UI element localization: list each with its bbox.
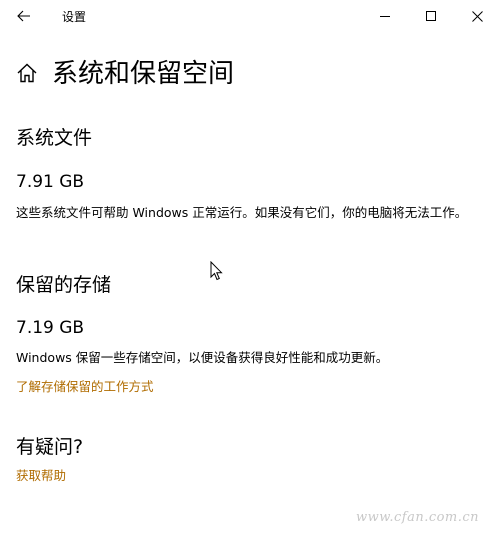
maximize-icon (426, 11, 436, 21)
watermark: www.cfan.com.cn (356, 510, 480, 525)
arrow-left-icon (17, 10, 30, 22)
settings-window: 设置 系统和保留空间 系统文件 7.91 GB 这些系统文件可帮助 Window… (0, 0, 500, 537)
learn-reserved-storage-link[interactable]: 了解存储保留的工作方式 (16, 376, 154, 395)
get-help-link[interactable]: 获取帮助 (16, 465, 66, 484)
close-button[interactable] (454, 0, 500, 32)
mouse-pointer-icon (210, 261, 223, 281)
minimize-button[interactable] (362, 0, 408, 32)
reserved-storage-description: Windows 保留一些存储空间，以便设备获得良好性能和成功更新。 (16, 350, 389, 365)
reserved-storage-heading: 保留的存储 (16, 274, 112, 296)
title-bar: 设置 (0, 0, 500, 32)
home-icon (17, 63, 37, 83)
system-files-size: 7.91 GB (16, 172, 85, 192)
system-files-description: 这些系统文件可帮助 Windows 正常运行。如果没有它们，你的电脑将无法工作。 (16, 205, 468, 220)
reserved-storage-size: 7.19 GB (16, 318, 85, 338)
back-button[interactable] (6, 2, 42, 30)
close-icon (471, 10, 483, 22)
window-title: 设置 (62, 10, 87, 24)
system-files-heading: 系统文件 (16, 127, 93, 149)
help-heading: 有疑问? (16, 436, 84, 458)
page-title: 系统和保留空间 (52, 59, 235, 89)
maximize-button[interactable] (408, 0, 454, 32)
minimize-icon (380, 16, 390, 17)
